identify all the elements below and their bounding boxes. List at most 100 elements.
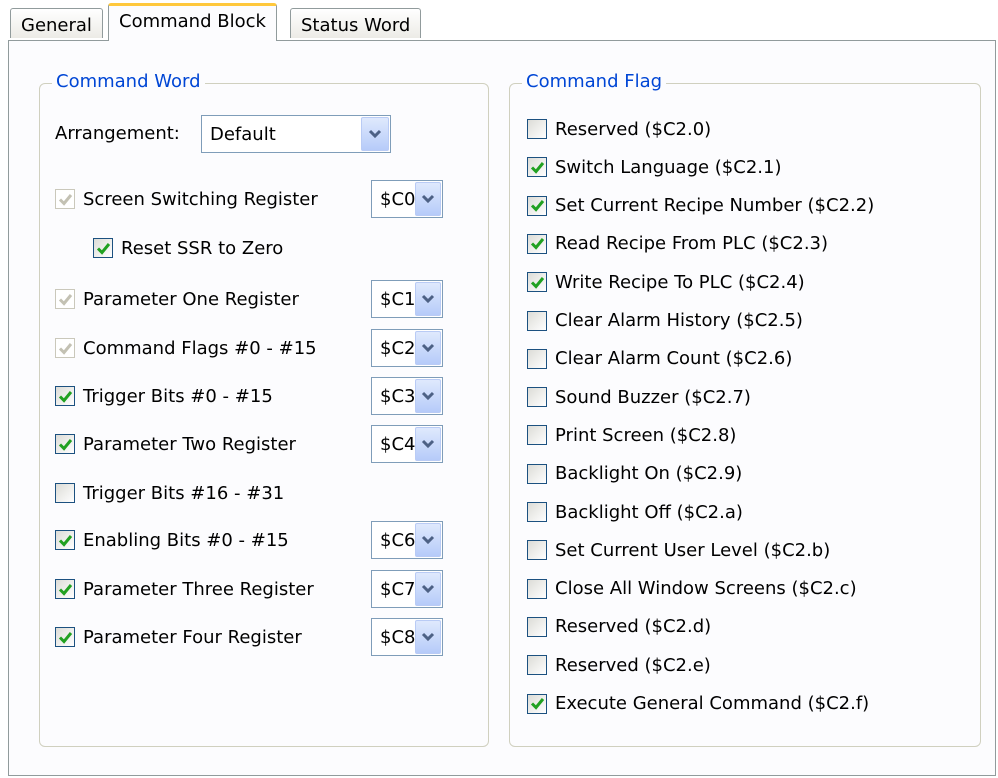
- checkbox-label: Close All Window Screens ($C2.c): [555, 578, 857, 600]
- checkbox-box[interactable]: [527, 693, 547, 714]
- checkbox-reserved-c2-e[interactable]: Reserved ($C2.e): [527, 653, 711, 677]
- checkbox-label: Parameter Four Register: [83, 626, 302, 648]
- checkbox-screen-switching-register: Screen Switching Register: [55, 187, 318, 211]
- checkbox-box[interactable]: [527, 272, 547, 293]
- checkbox-parameter-three-register[interactable]: Parameter Three Register: [55, 577, 314, 601]
- checkbox-box[interactable]: [55, 579, 75, 599]
- check-icon: [58, 390, 72, 403]
- checkbox-read-recipe-from-plc-c2-3[interactable]: Read Recipe From PLC ($C2.3): [527, 232, 828, 256]
- checkbox-backlight-on-c2-9[interactable]: Backlight On ($C2.9): [527, 462, 742, 486]
- checkbox-label: Trigger Bits #0 - #15: [83, 385, 273, 407]
- checkbox-box[interactable]: [527, 578, 547, 599]
- checkbox-box[interactable]: [527, 310, 547, 331]
- checkbox-box[interactable]: [527, 157, 547, 178]
- register-select[interactable]: $C3: [371, 377, 443, 415]
- chevron-down-icon[interactable]: [415, 523, 441, 557]
- checkbox-close-all-window-screens-c2-c[interactable]: Close All Window Screens ($C2.c): [527, 577, 857, 601]
- check-icon: [58, 438, 72, 451]
- checkbox-label: Enabling Bits #0 - #15: [83, 529, 289, 551]
- register-select[interactable]: $C8: [371, 618, 443, 656]
- checkbox-box[interactable]: [527, 655, 547, 676]
- checkbox-trigger-bits-16-31[interactable]: Trigger Bits #16 - #31: [55, 481, 284, 505]
- checkbox-box[interactable]: [55, 483, 75, 503]
- checkbox-box[interactable]: [527, 119, 547, 139]
- checkbox-print-screen-c2-8[interactable]: Print Screen ($C2.8): [527, 423, 736, 447]
- checkbox-box[interactable]: [55, 386, 75, 406]
- checkbox-label: Backlight Off ($C2.a): [555, 501, 743, 523]
- register-value: $C7: [380, 578, 416, 600]
- arrangement-label: Arrangement:: [55, 123, 180, 144]
- register-select[interactable]: $C0: [371, 180, 443, 218]
- checkbox-switch-language-c2-1[interactable]: Switch Language ($C2.1): [527, 155, 781, 179]
- chevron-down-icon[interactable]: [415, 282, 441, 316]
- chevron-down-icon[interactable]: [415, 572, 441, 606]
- chevron-down-icon[interactable]: [415, 379, 441, 413]
- command-flag-group: Command Flag: [509, 71, 981, 747]
- checkbox-command-flags-0-15: Command Flags #0 - #15: [55, 336, 317, 360]
- register-select[interactable]: $C4: [371, 425, 443, 463]
- checkbox-write-recipe-to-plc-c2-4[interactable]: Write Recipe To PLC ($C2.4): [527, 270, 805, 294]
- checkbox-box[interactable]: [527, 540, 547, 561]
- checkbox-label: Reserved ($C2.e): [555, 654, 711, 676]
- checkbox-label: Reset SSR to Zero: [121, 237, 284, 259]
- checkbox-box[interactable]: [527, 233, 547, 254]
- checkbox-enabling-bits-0-15[interactable]: Enabling Bits #0 - #15: [55, 528, 289, 552]
- register-select[interactable]: $C7: [371, 570, 443, 608]
- checkbox-box[interactable]: [93, 238, 113, 258]
- checkbox-backlight-off-c2-a[interactable]: Backlight Off ($C2.a): [527, 500, 743, 524]
- checkbox-box[interactable]: [527, 616, 547, 637]
- checkbox-label: Command Flags #0 - #15: [83, 337, 317, 359]
- chevron-down-icon[interactable]: [415, 182, 441, 216]
- checkbox-label: Switch Language ($C2.1): [555, 156, 782, 178]
- register-value: $C0: [380, 188, 416, 210]
- checkbox-label: Clear Alarm Count ($C2.6): [555, 348, 793, 370]
- check-icon: [530, 238, 544, 251]
- checkbox-trigger-bits-0-15[interactable]: Trigger Bits #0 - #15: [55, 384, 273, 408]
- checkbox-reserved-c2-d[interactable]: Reserved ($C2.d): [527, 615, 711, 639]
- arrangement-value: Default: [210, 123, 276, 145]
- checkbox-set-current-user-level-c2-b[interactable]: Set Current User Level ($C2.b): [527, 538, 830, 562]
- checkbox-clear-alarm-history-c2-5[interactable]: Clear Alarm History ($C2.5): [527, 309, 803, 333]
- checkbox-reserved-c2-0[interactable]: Reserved ($C2.0): [527, 117, 711, 141]
- register-select[interactable]: $C1: [371, 280, 443, 318]
- checkbox-box[interactable]: [527, 387, 547, 408]
- tab-general[interactable]: General: [10, 8, 103, 38]
- checkbox-parameter-four-register[interactable]: Parameter Four Register: [55, 625, 302, 649]
- checkbox-box[interactable]: [527, 348, 547, 369]
- checkbox-reset-ssr-to-zero[interactable]: Reset SSR to Zero: [93, 236, 283, 260]
- checkbox-box[interactable]: [55, 627, 75, 647]
- check-icon: [530, 161, 544, 174]
- check-icon: [58, 631, 72, 644]
- checkbox-clear-alarm-count-c2-6[interactable]: Clear Alarm Count ($C2.6): [527, 347, 792, 371]
- tab-label: General: [21, 15, 92, 36]
- chevron-down-icon[interactable]: [415, 331, 441, 365]
- register-select[interactable]: $C2: [371, 329, 443, 367]
- checkbox-label: Sound Buzzer ($C2.7): [555, 386, 751, 408]
- chevron-down-icon[interactable]: [415, 620, 441, 654]
- checkbox-box[interactable]: [527, 502, 547, 522]
- arrangement-select[interactable]: Default: [201, 115, 391, 153]
- register-select[interactable]: $C6: [371, 521, 443, 559]
- check-icon: [530, 698, 544, 710]
- checkbox-box[interactable]: [55, 434, 75, 454]
- checkbox-box[interactable]: [55, 530, 75, 550]
- checkbox-box[interactable]: [527, 463, 547, 484]
- tab-status-word[interactable]: Status Word: [290, 8, 422, 38]
- checkbox-box[interactable]: [527, 425, 547, 446]
- check-icon: [58, 583, 72, 596]
- checkbox-set-current-recipe-number-c2-2[interactable]: Set Current Recipe Number ($C2.2): [527, 194, 874, 218]
- checkbox-label: Parameter Two Register: [83, 433, 296, 455]
- checkbox-label: Set Current User Level ($C2.b): [555, 539, 831, 561]
- tab-command-block[interactable]: Command Block: [108, 3, 277, 41]
- chevron-down-icon[interactable]: [361, 117, 389, 151]
- checkbox-box[interactable]: [527, 195, 547, 216]
- group-legend: Command Flag: [522, 71, 667, 92]
- chevron-down-icon[interactable]: [415, 427, 441, 461]
- checkbox-box: [55, 189, 75, 209]
- checkbox-label: Set Current Recipe Number ($C2.2): [555, 195, 875, 217]
- register-value: $C4: [380, 433, 416, 455]
- register-value: $C3: [380, 385, 416, 407]
- checkbox-sound-buzzer-c2-7[interactable]: Sound Buzzer ($C2.7): [527, 385, 751, 409]
- checkbox-execute-general-command-c2-f[interactable]: Execute General Command ($C2.f): [527, 692, 869, 716]
- checkbox-parameter-two-register[interactable]: Parameter Two Register: [55, 432, 296, 456]
